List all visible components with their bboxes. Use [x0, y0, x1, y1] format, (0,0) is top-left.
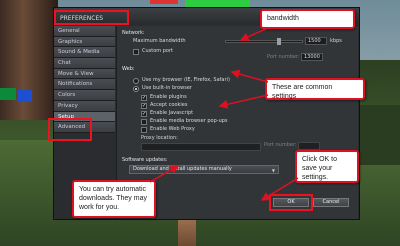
enable-javascript-checkbox[interactable]: ✓	[141, 111, 147, 117]
tab-graphics[interactable]: Graphics	[54, 36, 115, 48]
network-header: Network:	[122, 30, 145, 36]
building-left	[0, 0, 58, 120]
callout-updates-text: You can try automatic downloads. They ma…	[79, 186, 147, 211]
software-updates-dropdown[interactable]: Download and install updates manually ▼	[129, 165, 279, 174]
proxy-location-label: Proxy location:	[141, 135, 178, 141]
callout-common-text: These are common settings	[272, 84, 333, 100]
web-proxy-checkbox[interactable]	[141, 127, 147, 133]
proxy-port-input[interactable]	[298, 142, 320, 150]
callout-ok: Click OK to save your settings.	[295, 150, 359, 183]
green-sign	[0, 88, 16, 100]
tab-privacy[interactable]: Privacy	[54, 100, 115, 112]
accept-cookies-checkbox[interactable]: ✓	[141, 103, 147, 109]
callout-updates: You can try automatic downloads. They ma…	[72, 180, 156, 218]
chevron-down-icon: ▼	[271, 168, 275, 173]
max-bandwidth-label: Maximum bandwidth	[133, 38, 186, 44]
port-value[interactable]: 13000	[301, 53, 323, 61]
bandwidth-slider-knob[interactable]	[277, 38, 281, 45]
bush	[360, 105, 400, 165]
red-roof	[150, 0, 178, 4]
use-my-browser-radio[interactable]	[133, 78, 139, 84]
bandwidth-value[interactable]: 1500	[305, 37, 327, 45]
tab-chat[interactable]: Chat	[54, 58, 115, 69]
web-proxy-label: Enable Web Proxy	[150, 126, 195, 132]
enable-plugins-label: Enable plugins	[150, 94, 187, 100]
tab-general[interactable]: General	[54, 26, 115, 37]
ok-highlight	[269, 194, 313, 211]
callout-common-settings: These are common settings	[265, 78, 365, 100]
custom-port-checkbox[interactable]	[133, 49, 139, 55]
web-header: Web:	[122, 66, 135, 72]
use-my-browser-label: Use my browser (IE, Firefox, Safari)	[142, 77, 230, 83]
port-number-label: Port number:	[267, 54, 300, 60]
bandwidth-slider[interactable]	[225, 40, 303, 43]
use-builtin-browser-label: Use built-in browser	[142, 85, 192, 91]
custom-port-label: Custom port	[142, 48, 173, 54]
media-popups-checkbox[interactable]	[141, 119, 147, 125]
tab-sound-media[interactable]: Sound & Media	[54, 47, 115, 59]
callout-bandwidth-text: bandwidth	[267, 15, 299, 22]
tab-list: General Graphics Sound & Media Chat Move…	[48, 26, 115, 141]
proxy-port-label: Port number:	[264, 142, 297, 148]
enable-javascript-label: Enable Javascript	[150, 110, 194, 116]
blue-sign	[18, 90, 32, 102]
tab-notifications[interactable]: Notifications	[54, 79, 115, 91]
setup-highlight	[48, 118, 92, 141]
software-updates-header: Software updates:	[122, 157, 168, 163]
accept-cookies-label: Accept cookies	[150, 102, 188, 108]
enable-plugins-checkbox[interactable]: ✓	[141, 95, 147, 101]
cancel-button[interactable]: Cancel	[313, 198, 349, 207]
use-builtin-browser-radio[interactable]	[133, 86, 139, 92]
media-popups-label: Enable media browser pop-ups	[150, 118, 228, 124]
callout-ok-text: Click OK to save your settings.	[302, 156, 338, 181]
software-updates-selected: Download and install updates manually	[133, 166, 232, 172]
tab-colors[interactable]: Colors	[54, 90, 115, 101]
proxy-location-input[interactable]	[141, 143, 261, 151]
tab-move-view[interactable]: Move & View	[54, 68, 115, 80]
title-highlight	[54, 10, 129, 25]
bandwidth-unit: kbps	[330, 38, 342, 44]
callout-bandwidth: bandwidth	[260, 9, 355, 29]
